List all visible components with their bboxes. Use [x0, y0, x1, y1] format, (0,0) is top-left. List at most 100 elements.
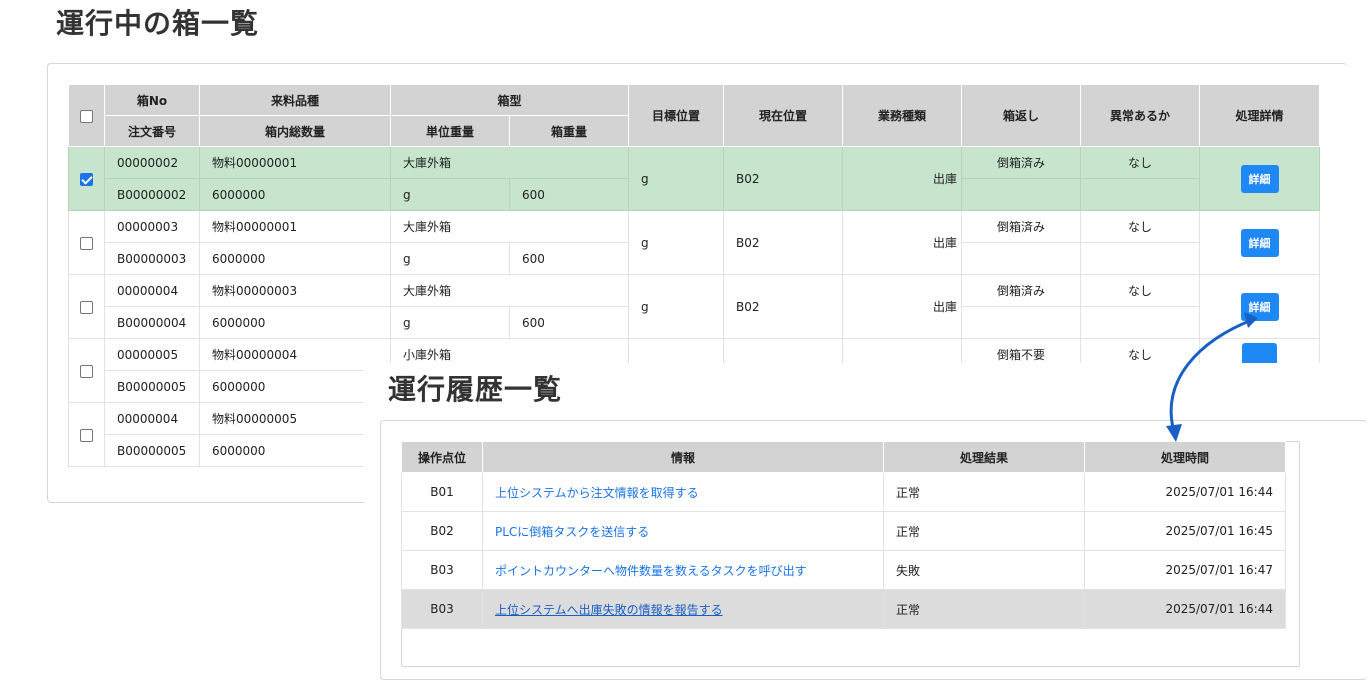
info-link[interactable]: ポイントカウンターへ物件数量を数えるタスクを呼び出す [495, 564, 807, 578]
table-row[interactable]: 00000004 物料00000003 大庫外箱 g B02 出庫 倒箱済み な… [68, 274, 1321, 339]
order-no-cell: B00000002 [104, 178, 200, 211]
box-qty-cell: 6000000 [199, 178, 391, 211]
result-cell: 正常 [883, 511, 1085, 551]
unit-weight-cell: g [390, 306, 510, 339]
current-cell: B02 [723, 210, 844, 275]
box-no-cell: 00000004 [104, 402, 200, 435]
history-row: B03 上位システムへ出庫失敗の情報を報告する 正常 2025/07/01 16… [401, 589, 1286, 629]
business-cell: 出庫 [842, 146, 963, 211]
order-no-cell: B00000004 [104, 306, 200, 339]
time-cell: 2025/07/01 16:44 [1084, 472, 1286, 512]
col-header-abnormal: 異常あるか [1080, 84, 1201, 147]
info-cell: 上位システムへ出庫失敗の情報を報告する [482, 589, 884, 629]
box-no-cell: 00000002 [104, 146, 200, 179]
material-cell: 物料00000005 [199, 402, 391, 435]
return-cell: 倒箱済み [961, 146, 1082, 179]
box-weight-cell: 600 [509, 306, 630, 339]
info-link[interactable]: PLCに倒箱タスクを送信する [495, 525, 649, 539]
box-qty-cell: 6000000 [199, 434, 391, 467]
history-table: 操作点位 情報 処理結果 処理時間 B01 上位システムから注文情報を取得する … [401, 441, 1286, 629]
row-checkbox[interactable] [80, 236, 93, 250]
col-header-business: 業務種類 [842, 84, 963, 147]
material-cell: 物料00000001 [199, 146, 391, 179]
business-cell: 出庫 [842, 274, 963, 339]
target-cell: g [628, 274, 725, 339]
box-no-cell: 00000004 [104, 274, 200, 307]
unit-weight-cell: g [390, 242, 510, 275]
col-header-box-no: 箱No [104, 84, 200, 116]
point-cell: B03 [401, 550, 483, 590]
target-cell: g [628, 146, 725, 211]
abnormal-cell: なし [1080, 146, 1201, 179]
point-cell: B03 [401, 589, 483, 629]
box-no-cell: 00000005 [104, 338, 200, 371]
table-row[interactable]: 00000002 物料00000001 大庫外箱 g B02 出庫 倒箱済み な… [68, 146, 1321, 211]
time-cell: 2025/07/01 16:45 [1084, 511, 1286, 551]
col-header-current: 現在位置 [723, 84, 844, 147]
order-no-cell: B00000005 [104, 434, 200, 467]
col-header-info: 情報 [482, 441, 884, 473]
info-cell: PLCに倒箱タスクを送信する [482, 511, 884, 551]
col-header-return: 箱返し [961, 84, 1082, 147]
col-header-box-weight: 箱重量 [508, 115, 630, 147]
current-cell: B02 [723, 146, 844, 211]
row-checkbox[interactable] [80, 364, 93, 378]
row-select-cell [68, 146, 105, 211]
detail-button[interactable]: 詳細 [1240, 164, 1279, 193]
point-cell: B01 [401, 472, 483, 512]
info-cell: 上位システムから注文情報を取得する [482, 472, 884, 512]
row-select-cell [68, 338, 105, 403]
history-row: B03 ポイントカウンターへ物件数量を数えるタスクを呼び出す 失敗 2025/0… [401, 550, 1286, 590]
result-cell: 正常 [883, 472, 1085, 512]
material-cell: 物料00000001 [199, 210, 391, 243]
time-cell: 2025/07/01 16:47 [1084, 550, 1286, 590]
select-all-checkbox[interactable] [80, 109, 93, 123]
col-header-order-no: 注文番号 [104, 115, 200, 147]
page-title: 運行中の箱一覧 [56, 7, 260, 40]
curved-arrow-icon [1166, 312, 1258, 442]
abnormal-sub-cell [1080, 178, 1201, 211]
point-cell: B02 [401, 511, 483, 551]
box-no-cell: 00000003 [104, 210, 200, 243]
row-select-cell [68, 402, 105, 467]
business-cell: 出庫 [842, 210, 963, 275]
history-row: B02 PLCに倒箱タスクを送信する 正常 2025/07/01 16:45 [401, 511, 1286, 551]
abnormal-sub-cell [1080, 242, 1201, 275]
current-cell: B02 [723, 274, 844, 339]
row-checkbox[interactable] [80, 172, 93, 186]
box-type-cell: 大庫外箱 [390, 146, 630, 179]
col-header-point: 操作点位 [401, 441, 483, 473]
col-header-material: 来料品種 [199, 84, 391, 116]
row-checkbox[interactable] [80, 300, 93, 314]
time-cell: 2025/07/01 16:44 [1084, 589, 1286, 629]
detail-button[interactable]: 詳細 [1240, 228, 1279, 257]
history-row: B01 上位システムから注文情報を取得する 正常 2025/07/01 16:4… [401, 472, 1286, 512]
material-cell: 物料00000003 [199, 274, 391, 307]
table-row[interactable]: 00000003 物料00000001 大庫外箱 g B02 出庫 倒箱済み な… [68, 210, 1321, 275]
detail-cell: 詳細 [1199, 146, 1321, 211]
box-qty-cell: 6000000 [199, 370, 391, 403]
history-title: 運行履歴一覧 [388, 373, 563, 406]
return-sub-cell [961, 178, 1082, 211]
order-no-cell: B00000005 [104, 370, 200, 403]
box-type-cell: 大庫外箱 [390, 274, 630, 307]
target-cell: g [628, 210, 725, 275]
row-select-cell [68, 210, 105, 275]
unit-weight-cell: g [390, 178, 510, 211]
info-link[interactable]: 上位システムへ出庫失敗の情報を報告する [495, 603, 723, 617]
col-header-box-type: 箱型 [389, 84, 630, 116]
row-checkbox[interactable] [80, 428, 93, 442]
col-header-target: 目標位置 [628, 84, 725, 147]
info-link[interactable]: 上位システムから注文情報を取得する [495, 486, 699, 500]
detail-cell: 詳細 [1199, 210, 1321, 275]
return-sub-cell [961, 306, 1082, 339]
box-weight-cell: 600 [509, 242, 630, 275]
info-cell: ポイントカウンターへ物件数量を数えるタスクを呼び出す [482, 550, 884, 590]
col-header-box-qty: 箱内総数量 [199, 115, 391, 147]
box-qty-cell: 6000000 [199, 242, 391, 275]
row-select-cell [68, 274, 105, 339]
material-cell: 物料00000004 [199, 338, 391, 371]
return-sub-cell [961, 242, 1082, 275]
box-type-cell: 大庫外箱 [390, 210, 630, 243]
abnormal-cell: なし [1080, 210, 1201, 243]
